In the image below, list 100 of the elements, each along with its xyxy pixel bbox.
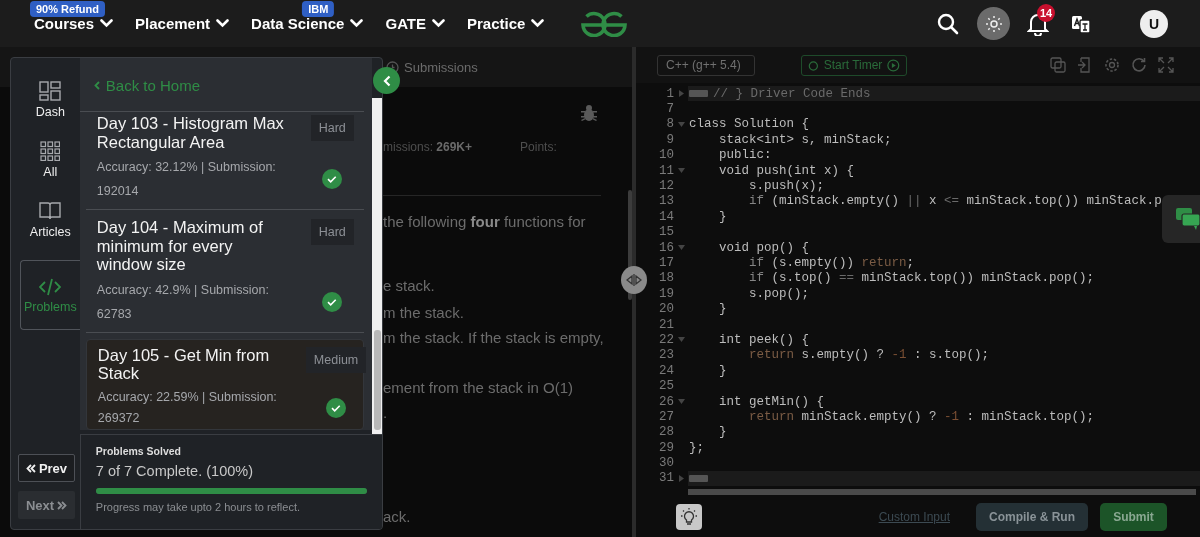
- book-icon: [39, 201, 62, 221]
- description-text: .: [383, 403, 388, 423]
- sidebar-item[interactable]: All: [19, 140, 80, 180]
- theme-toggle[interactable]: [977, 7, 1010, 40]
- chevron-down-icon: [432, 19, 446, 28]
- description-text: e stack.: [383, 276, 435, 296]
- play-icon: [887, 58, 900, 72]
- problem-stats: Accuracy: 22.59% | Submission: 269372: [97, 388, 278, 427]
- code-line: return s.empty() ? -1 : s.top();: [748, 348, 990, 363]
- fold-marker[interactable]: [689, 474, 708, 482]
- language-select[interactable]: C++ (g++ 5.4): [657, 54, 755, 76]
- problem-title: Day 104 - Maximum of minimum for every window size: [96, 218, 264, 274]
- chevron-down-icon: [350, 19, 364, 28]
- code-line: if (s.top() == minStack.top()) minStack.pop();: [748, 271, 1095, 286]
- nav-menu[interactable]: Data Science: [251, 15, 364, 32]
- code-line: }: [718, 425, 727, 440]
- nav-menu[interactable]: Practice: [467, 15, 545, 32]
- description-text: ement from the stack in O(1): [383, 378, 574, 398]
- difficulty-tag: Hard: [310, 219, 354, 245]
- nav-badge: 90% Refund: [30, 1, 105, 17]
- fold-caret-icon[interactable]: [677, 121, 685, 127]
- nav-menu[interactable]: GATE: [385, 15, 446, 32]
- chat-button[interactable]: [1162, 195, 1200, 243]
- chat-icon: [1176, 208, 1200, 230]
- chevron-left-icon: [93, 80, 100, 90]
- hint-button[interactable]: [676, 504, 702, 530]
- settings-icon[interactable]: [1104, 57, 1120, 73]
- problem-stats: Accuracy: 32.12% | Submission: 192014: [96, 159, 277, 200]
- fold-caret-icon[interactable]: [678, 474, 684, 482]
- problem-stat: Points:: [520, 140, 557, 154]
- fold-caret-icon[interactable]: [677, 399, 685, 404]
- search-icon[interactable]: [937, 12, 959, 35]
- scrollbar[interactable]: [688, 489, 1196, 495]
- copy-icon[interactable]: [1050, 57, 1066, 73]
- grid-icon: [40, 141, 61, 161]
- code-line: }: [718, 209, 727, 224]
- logo-icon: [578, 10, 630, 37]
- sidebar-item[interactable]: Articles: [19, 200, 80, 240]
- code-line: stack<int> s, minStack;: [718, 132, 892, 147]
- problem-stats: Accuracy: 42.9% | Submission: 62783: [96, 281, 270, 323]
- import-icon[interactable]: [1077, 57, 1093, 73]
- fold-caret-icon[interactable]: [677, 168, 685, 174]
- problem-title: Day 105 - Get Min from Stack: [97, 345, 271, 383]
- resize-icon: [626, 274, 642, 286]
- progress-title: Problems Solved: [95, 445, 182, 457]
- bug-icon[interactable]: [580, 104, 598, 122]
- chevron-down-icon: [216, 19, 230, 28]
- code-line: if (minStack.empty() || x <= minStack.top()) minStack.p: [748, 194, 1162, 209]
- nav-menu[interactable]: Courses: [34, 15, 114, 32]
- nav-badge: IBM: [302, 1, 335, 17]
- double-chevron-right-icon: [57, 500, 68, 510]
- code-line: int peek() {: [718, 332, 810, 347]
- sidebar-item[interactable]: Dash: [19, 80, 80, 120]
- sidebar-item[interactable]: Problems: [19, 260, 80, 330]
- lightbulb-icon: [680, 508, 698, 526]
- reset-icon[interactable]: [1131, 57, 1147, 73]
- code-line: return minStack.empty() ? -1 : minStack.top();: [748, 409, 1095, 424]
- translate-icon[interactable]: [1071, 13, 1091, 34]
- fold-caret-icon[interactable]: [677, 245, 685, 251]
- dashboard-icon: [39, 81, 62, 101]
- code-line: class Solution {: [689, 117, 810, 132]
- double-chevron-left-icon: [25, 463, 36, 473]
- prev-button[interactable]: Prev: [18, 454, 75, 482]
- description-text: m the stack.: [383, 303, 464, 323]
- description-text: ack.: [383, 507, 411, 527]
- difficulty-tag: Medium: [305, 346, 367, 373]
- scrollbar[interactable]: [371, 98, 382, 434]
- code-line: public:: [718, 148, 772, 163]
- fold-marker[interactable]: [689, 90, 708, 98]
- code-line: };: [689, 440, 704, 455]
- chevron-down-icon: [531, 19, 545, 28]
- description-text: the following four functions for: [383, 212, 586, 232]
- code-line: void pop() {: [718, 240, 810, 255]
- chevron-left-icon: [382, 74, 391, 87]
- description-text: m the stack. If the stack is empty,: [383, 328, 604, 348]
- problem-card[interactable]: Day 103 - Histogram Max Rectangular Area Hard Accuracy: 32.12% | Submission: 192014: [85, 112, 364, 210]
- problem-stat: missions: 269K+: [383, 140, 473, 154]
- problem-card[interactable]: Day 105 - Get Min from Stack Medium Accuracy: 22.59% | Submission: 269372: [85, 338, 364, 430]
- code-line: void push(int x) {: [718, 163, 855, 178]
- progress-summary: 7 of 7 Complete. (100%): [95, 463, 254, 479]
- user-avatar[interactable]: U: [1140, 9, 1168, 38]
- notification-badge: 14: [1037, 3, 1055, 22]
- sun-icon: [985, 15, 1002, 32]
- fold-caret-icon[interactable]: [678, 90, 684, 98]
- code-line: // } Driver Code Ends: [713, 86, 871, 101]
- code-icon: [39, 278, 62, 296]
- nav-menu[interactable]: Placement: [135, 15, 230, 32]
- difficulty-tag: Hard: [310, 115, 354, 141]
- fold-caret-icon[interactable]: [677, 337, 685, 343]
- chevron-down-icon: [100, 19, 114, 28]
- code-line: int getMin() {: [718, 394, 825, 409]
- problem-title: Day 103 - Histogram Max Rectangular Area: [96, 114, 285, 151]
- code-line: s.pop();: [748, 286, 810, 301]
- code-line: if (s.empty()) return;: [748, 256, 915, 270]
- compile-run-button[interactable]: Compile & Run: [976, 503, 1088, 531]
- problem-card[interactable]: Day 104 - Maximum of minimum for every window size Hard Accuracy: 42.9% | Submission: 62783: [85, 210, 364, 333]
- progress-note: Progress may take upto 2 hours to reflect.: [95, 501, 302, 513]
- fullscreen-icon[interactable]: [1158, 57, 1174, 73]
- code-line: s.push(x);: [748, 179, 825, 194]
- code-line: }: [718, 363, 727, 378]
